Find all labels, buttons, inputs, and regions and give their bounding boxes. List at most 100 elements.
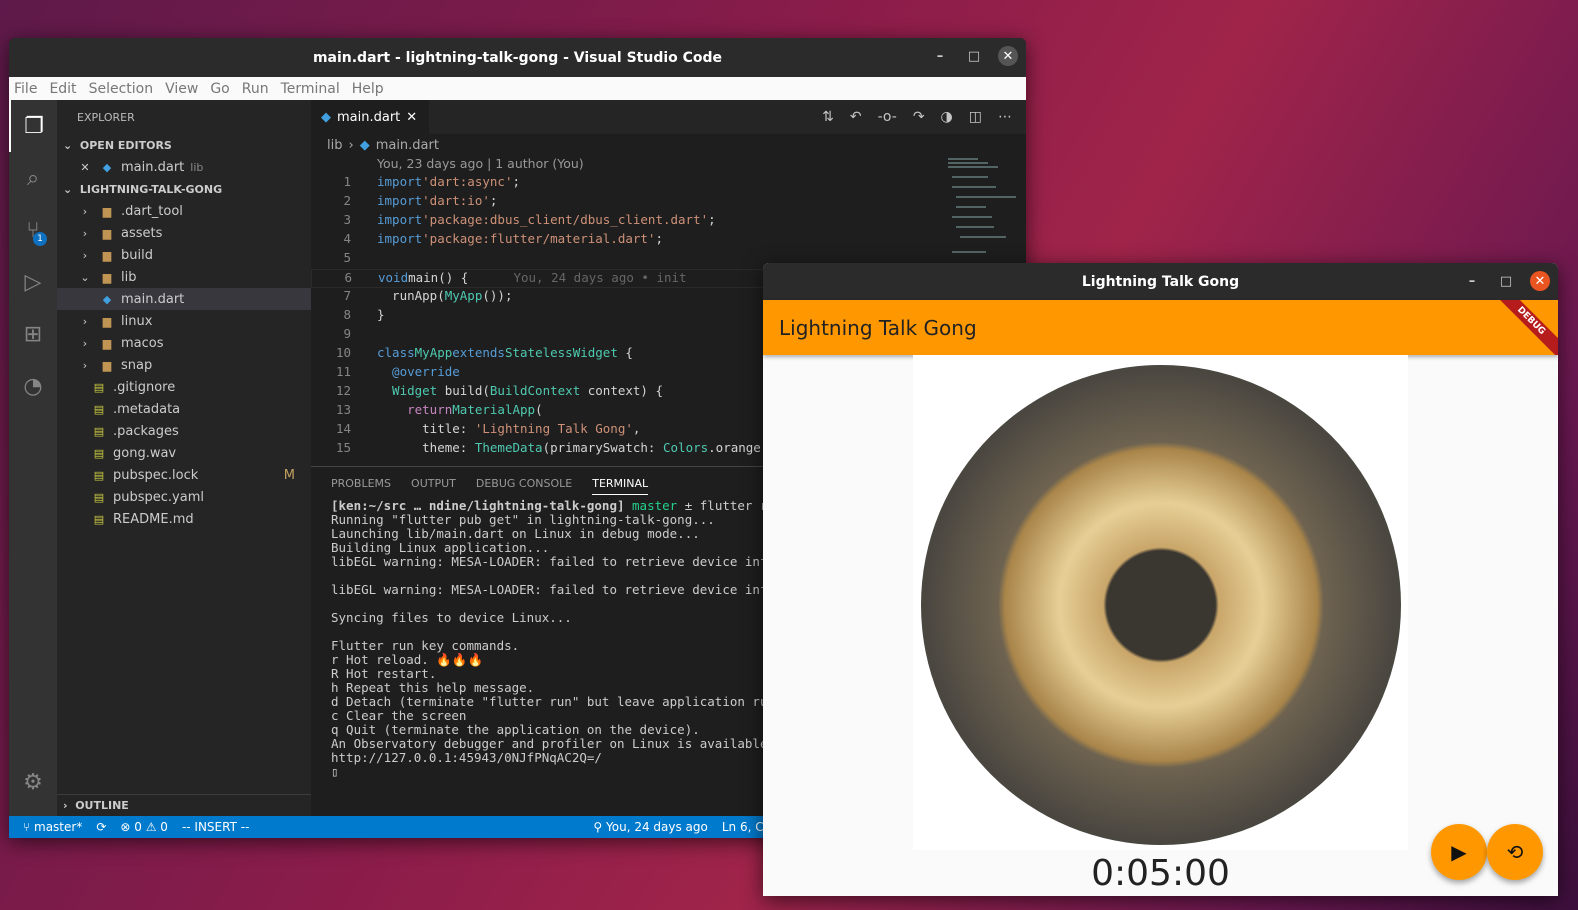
tree-item[interactable]: ▤ .metadata bbox=[57, 398, 311, 420]
app-bar-title: Lightning Talk Gong bbox=[779, 315, 977, 340]
menu-file[interactable]: File bbox=[14, 81, 37, 97]
line-number: 11 bbox=[335, 364, 351, 379]
problems-status[interactable]: ⊗ 0 ⚠ 0 bbox=[120, 820, 168, 834]
tab-output[interactable]: OUTPUT bbox=[411, 477, 456, 490]
open-editor-item[interactable]: ✕ ◆ main.dart lib bbox=[57, 156, 311, 178]
compare-icon[interactable]: ⇅ bbox=[822, 109, 834, 125]
menu-terminal[interactable]: Terminal bbox=[281, 81, 340, 97]
maximize-button[interactable]: □ bbox=[1496, 271, 1516, 291]
close-tab-icon[interactable]: ✕ bbox=[406, 110, 417, 125]
outline-section[interactable]: › OUTLINE bbox=[57, 794, 311, 816]
tree-item[interactable]: › ▆ .dart_tool bbox=[57, 200, 311, 222]
tab-debug-console[interactable]: DEBUG CONSOLE bbox=[476, 477, 572, 490]
tree-item[interactable]: › ▆ build bbox=[57, 244, 311, 266]
tree-item[interactable]: ⌄ ▆ lib bbox=[57, 266, 311, 288]
timeline-icon[interactable]: ◑ bbox=[941, 109, 953, 125]
line-number: 10 bbox=[335, 345, 351, 360]
menu-view[interactable]: View bbox=[165, 81, 198, 97]
tree-item-label: pubspec.yaml bbox=[113, 489, 204, 505]
tab-main-dart[interactable]: ◆ main.dart ✕ bbox=[311, 100, 429, 134]
activity-bar: ❐ ⌕ ⑂ 1 ▷ ⊞ ◔ ⚙ bbox=[9, 100, 57, 816]
explorer-sidebar: EXPLORER ⌄ OPEN EDITORS ✕ ◆ main.dart lib ⌄… bbox=[57, 100, 311, 816]
tree-item[interactable]: › ▆ snap bbox=[57, 354, 311, 376]
menu-selection[interactable]: Selection bbox=[89, 81, 154, 97]
tree-item[interactable]: ▤ pubspec.lock M bbox=[57, 464, 311, 486]
file-dir: lib bbox=[190, 160, 204, 174]
line-number: 3 bbox=[343, 212, 351, 227]
tree-item-label: lib bbox=[121, 269, 137, 285]
codelens[interactable]: You, 23 days ago | 1 author (You) bbox=[311, 156, 1026, 174]
chevron-icon: › bbox=[82, 358, 88, 372]
tree-item[interactable]: › ▆ linux bbox=[57, 310, 311, 332]
more-actions-icon[interactable]: ⋯ bbox=[998, 109, 1012, 125]
explorer-icon[interactable]: ❐ bbox=[9, 100, 57, 152]
file-name: main.dart bbox=[121, 159, 185, 175]
tree-item[interactable]: ▤ .gitignore bbox=[57, 376, 311, 398]
tree-item-label: gong.wav bbox=[113, 445, 177, 461]
section-label: OPEN EDITORS bbox=[79, 138, 172, 152]
commit-icon[interactable]: -o- bbox=[878, 109, 897, 125]
tree-item[interactable]: ▤ README.md bbox=[57, 508, 311, 530]
minimap[interactable] bbox=[944, 156, 1024, 266]
flutter-app-window: Lightning Talk Gong – □ ✕ Lightning Talk G… bbox=[763, 263, 1558, 896]
folder-icon: ▆ bbox=[102, 226, 112, 240]
reset-button[interactable]: ⟲ bbox=[1487, 824, 1543, 880]
play-button[interactable]: ▶ bbox=[1431, 824, 1487, 880]
app-bar: Lightning Talk Gong DEBUG bbox=[763, 300, 1558, 355]
window-title: main.dart - lightning-talk-gong - Visual… bbox=[312, 49, 723, 66]
section-label: LIGHTNING-TALK-GONG bbox=[79, 182, 223, 196]
line-number: 15 bbox=[335, 440, 351, 455]
search-icon[interactable]: ⌕ bbox=[9, 152, 57, 204]
tree-item-label: macos bbox=[121, 335, 164, 351]
tab-problems[interactable]: PROBLEMS bbox=[331, 477, 391, 490]
menu-go[interactable]: Go bbox=[210, 81, 229, 97]
tree-item-label: .metadata bbox=[113, 401, 181, 417]
branch-status[interactable]: ⑂ master* bbox=[23, 820, 82, 834]
menu-run[interactable]: Run bbox=[242, 81, 269, 97]
minimize-button[interactable]: – bbox=[930, 46, 950, 66]
go-forward-icon[interactable]: ↷ bbox=[913, 109, 925, 125]
go-back-icon[interactable]: ↶ bbox=[850, 109, 862, 125]
folder-icon: ▆ bbox=[102, 314, 112, 328]
menu-edit[interactable]: Edit bbox=[49, 81, 76, 97]
chevron-icon: › bbox=[82, 226, 88, 240]
git-history-icon[interactable]: ◔ bbox=[9, 360, 57, 412]
history-icon: ⟲ bbox=[1506, 840, 1524, 864]
folder-icon: ▆ bbox=[102, 336, 112, 350]
close-button[interactable]: ✕ bbox=[998, 46, 1018, 66]
close-button[interactable]: ✕ bbox=[1530, 271, 1550, 291]
folder-icon: ▆ bbox=[102, 270, 112, 284]
line-number: 4 bbox=[343, 231, 351, 246]
close-icon[interactable]: ✕ bbox=[77, 161, 93, 174]
folder-icon: ▆ bbox=[102, 358, 112, 372]
tree-item[interactable]: ◆ main.dart bbox=[57, 288, 311, 310]
minimize-button[interactable]: – bbox=[1462, 271, 1482, 291]
file-icon: ◆ bbox=[102, 292, 112, 306]
extensions-icon[interactable]: ⊞ bbox=[9, 308, 57, 360]
gong-image bbox=[913, 355, 1408, 850]
tree-item[interactable]: ▤ gong.wav bbox=[57, 442, 311, 464]
menu-help[interactable]: Help bbox=[352, 81, 384, 97]
maximize-button[interactable]: □ bbox=[964, 46, 984, 66]
blame-status[interactable]: ⚲ You, 24 days ago bbox=[593, 820, 707, 834]
tree-item-label: .dart_tool bbox=[121, 203, 183, 219]
tree-item[interactable]: ▤ pubspec.yaml bbox=[57, 486, 311, 508]
tree-item[interactable]: ▤ .packages bbox=[57, 420, 311, 442]
breadcrumb-lib[interactable]: lib bbox=[327, 138, 342, 153]
source-control-icon[interactable]: ⑂ 1 bbox=[9, 204, 57, 256]
tree-item-label: build bbox=[121, 247, 153, 263]
tab-terminal[interactable]: TERMINAL bbox=[592, 477, 649, 495]
flutter-titlebar: Lightning Talk Gong – □ ✕ bbox=[763, 263, 1558, 300]
tree-item[interactable]: › ▆ assets bbox=[57, 222, 311, 244]
tree-item[interactable]: › ▆ macos bbox=[57, 332, 311, 354]
file-icon: ▤ bbox=[93, 424, 105, 438]
tree-item-label: pubspec.lock bbox=[113, 467, 199, 483]
open-editors-section[interactable]: ⌄ OPEN EDITORS bbox=[57, 134, 311, 156]
run-debug-icon[interactable]: ▷ bbox=[9, 256, 57, 308]
project-section[interactable]: ⌄ LIGHTNING-TALK-GONG bbox=[57, 178, 311, 200]
breadcrumb-file[interactable]: main.dart bbox=[376, 138, 439, 153]
line-number: 5 bbox=[343, 250, 351, 265]
sync-icon[interactable]: ⟳ bbox=[96, 820, 106, 834]
settings-gear-icon[interactable]: ⚙ bbox=[9, 756, 57, 808]
split-editor-icon[interactable]: ◫ bbox=[969, 109, 982, 125]
